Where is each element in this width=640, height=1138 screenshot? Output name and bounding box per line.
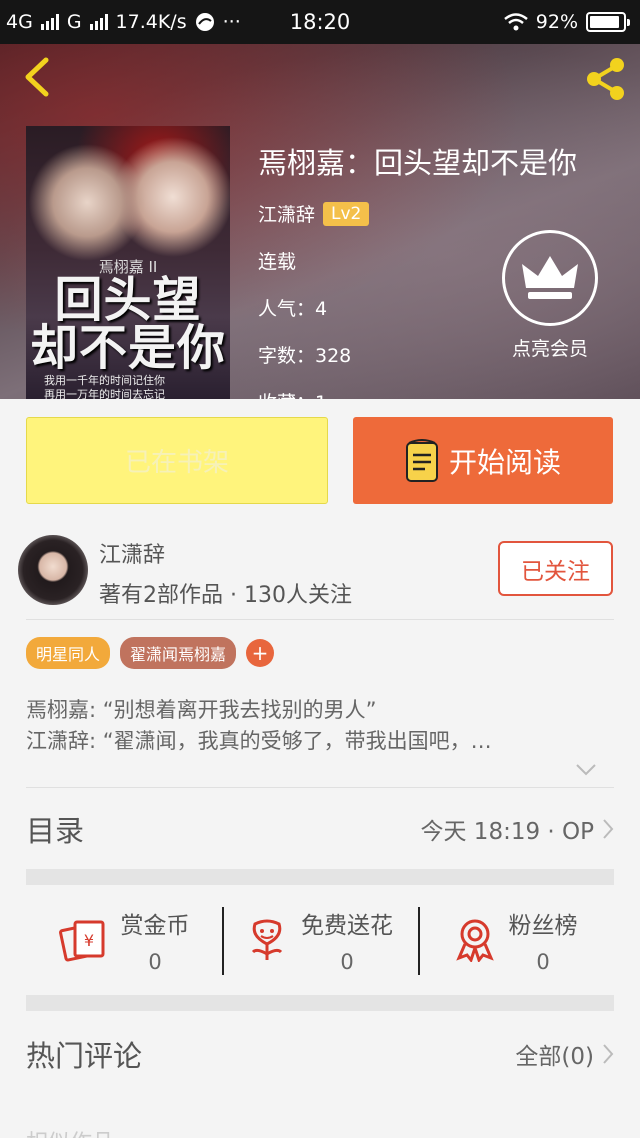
back-arrow-icon	[25, 57, 49, 97]
latest-update: 今天 18:19 · OP	[420, 819, 595, 845]
crown-icon	[502, 230, 598, 326]
fan-ranking-label: 粉丝榜	[508, 913, 578, 939]
fan-ranking-count: 0	[536, 950, 550, 974]
signal-icon-2	[89, 14, 108, 30]
more-notifications: ···	[222, 11, 241, 33]
hot-comments-title: 热门评论	[26, 1039, 143, 1073]
tag-list: 明星同人 翟潇闻焉栩嘉 +	[26, 637, 275, 669]
author-row: 江潇辞 Lv2	[258, 200, 577, 227]
member-label: 点亮会员	[511, 338, 588, 360]
chevron-right-icon	[603, 819, 614, 839]
book-detail-main: 已在书架 开始阅读 江潇辞 著有2部作品 · 130人关注 已关注 明星同人 翟…	[0, 399, 640, 1138]
book-icon	[405, 438, 438, 482]
send-flower-label: 免费送花	[301, 913, 393, 939]
synopsis-line-1: 焉栩嘉: “别想着离开我去找别的男人”	[26, 698, 377, 722]
wifi-icon	[503, 13, 528, 31]
reader-actions: ¥ 赏金币 0 免费送花 0 粉丝榜 0	[26, 885, 614, 995]
share-icon	[587, 58, 624, 100]
coin-envelope-icon: ¥	[58, 920, 104, 962]
on-shelf-button[interactable]: 已在书架	[26, 417, 328, 504]
avatar[interactable]	[18, 535, 88, 605]
status-right: 92%	[503, 11, 630, 33]
network-type-4g: 4G	[6, 11, 33, 33]
svg-text:¥: ¥	[83, 931, 93, 950]
chevron-right-icon	[603, 1044, 614, 1064]
book-cover[interactable]: 焉栩嘉 II 回头望 却不是你 我用一千年的时间记住你 再用一万年的时间去忘记	[26, 126, 230, 399]
signal-icon	[40, 14, 59, 30]
reward-coins-button[interactable]: ¥ 赏金币 0	[26, 885, 222, 995]
divider	[26, 619, 614, 620]
add-tag-button[interactable]: +	[246, 639, 275, 667]
chevron-down-icon[interactable]	[575, 763, 597, 777]
send-flower-button[interactable]: 免费送花 0	[222, 885, 418, 995]
all-comments-link[interactable]: 全部(0)	[515, 1037, 614, 1071]
fan-ranking-button[interactable]: 粉丝榜 0	[418, 885, 614, 995]
cover-tagline: 我用一千年的时间记住你 再用一万年的时间去忘记	[44, 374, 220, 399]
section-separator	[26, 995, 614, 1011]
level-badge: Lv2	[323, 201, 370, 226]
cover-title: 回头望 却不是你	[26, 276, 230, 372]
start-reading-label: 开始阅读	[448, 445, 561, 479]
network-speed: 17.4K/s	[115, 11, 187, 33]
app-notification-icon	[195, 13, 214, 31]
catalog-title: 目录	[26, 814, 85, 848]
catalog-row[interactable]: 目录 今天 18:19 · OP	[26, 789, 614, 869]
share-button[interactable]	[578, 52, 632, 106]
hot-comments-header: 热门评论 全部(0)	[26, 1019, 614, 1089]
author-stats: 著有2部作品 · 130人关注	[99, 583, 352, 608]
flower-icon	[251, 919, 283, 960]
follow-button[interactable]: 已关注	[498, 541, 613, 596]
section-separator	[26, 869, 614, 885]
catalog-update: 今天 18:19 · OP	[421, 812, 615, 846]
battery-percent: 92%	[535, 11, 578, 33]
book-title: 焉栩嘉：回头望却不是你	[258, 146, 578, 180]
book-author[interactable]: 江潇辞	[258, 200, 315, 227]
member-button[interactable]: 点亮会员	[500, 230, 600, 361]
start-reading-button[interactable]: 开始阅读	[353, 417, 613, 504]
reward-coins-count: 0	[148, 950, 162, 974]
author-name[interactable]: 江潇辞	[99, 537, 165, 569]
medal-icon	[455, 919, 494, 962]
cover-title-line2: 却不是你	[29, 320, 226, 376]
reward-coins-label: 赏金币	[120, 913, 190, 939]
cover-tagline-1: 我用一千年的时间记住你	[44, 374, 165, 387]
all-comments-label: 全部(0)	[515, 1044, 594, 1070]
status-left: 4G G 17.4K/s ···	[6, 11, 241, 33]
cover-tagline-2: 再用一万年的时间去忘记	[44, 388, 165, 399]
similar-works-title: 相似作品	[26, 1125, 114, 1138]
author-card: 江潇辞 著有2部作品 · 130人关注 已关注	[0, 529, 640, 619]
divider	[26, 787, 614, 788]
back-button[interactable]	[14, 54, 60, 100]
tag-chip[interactable]: 翟潇闻焉栩嘉	[120, 637, 237, 669]
network-type-g: G	[66, 11, 82, 33]
synopsis[interactable]: 焉栩嘉: “别想着离开我去找别的男人” 江潇辞: “翟潇闻，我真的受够了，带我出…	[26, 695, 616, 757]
send-flower-count: 0	[340, 950, 354, 974]
cover-title-line1: 回头望	[54, 272, 202, 328]
synopsis-line-2: 江潇辞: “翟潇闻，我真的受够了，带我出国吧，…	[26, 729, 492, 753]
battery-icon	[586, 12, 630, 32]
tag-chip[interactable]: 明星同人	[26, 637, 111, 669]
status-bar: 4G G 17.4K/s ··· 18:20 92%	[0, 0, 640, 44]
book-header: 焉栩嘉 II 回头望 却不是你 我用一千年的时间记住你 再用一万年的时间去忘记 …	[0, 44, 640, 414]
